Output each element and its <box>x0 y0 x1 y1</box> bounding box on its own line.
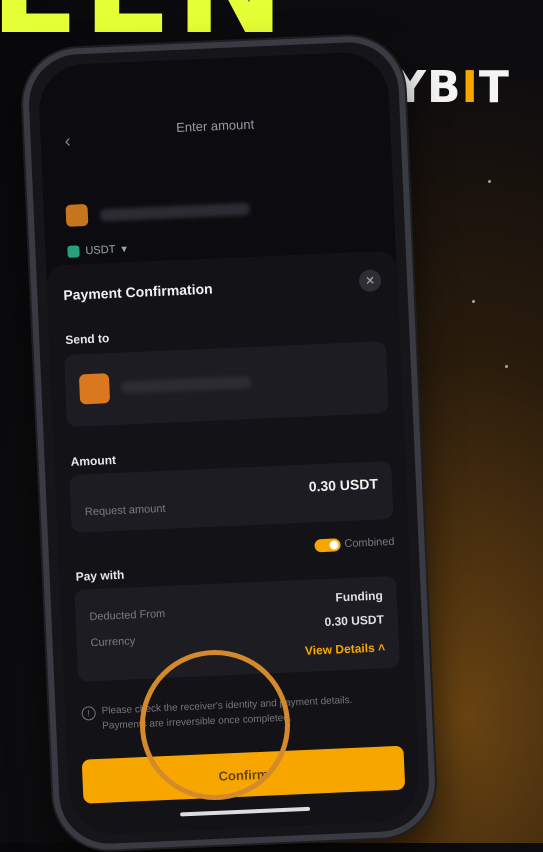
combined-toggle[interactable] <box>314 538 341 553</box>
star-decoration <box>488 180 491 183</box>
home-indicator <box>180 806 311 817</box>
currency-selector[interactable]: USDT ▾ <box>67 242 127 258</box>
recipient-avatar <box>65 203 89 227</box>
amount-value: 0.30 USDT <box>308 475 379 495</box>
usdt-coin-icon <box>67 244 80 258</box>
chevron-up-icon: ˄ <box>377 640 386 655</box>
request-amount-label: Request amount <box>84 502 166 519</box>
highlight-circle <box>140 650 290 800</box>
amount-label: Amount <box>70 452 117 469</box>
pay-with-label: Pay with <box>75 567 125 584</box>
star-decoration <box>472 300 475 303</box>
currency-label: Currency <box>90 635 136 650</box>
deducted-amount: 0.30 USDT <box>324 612 385 629</box>
chevron-down-icon: ▾ <box>121 243 128 256</box>
deducted-from-label: Deducted From <box>89 607 166 624</box>
recipient-avatar <box>78 373 111 405</box>
amount-card: 0.30 USDT Request amount <box>69 460 394 533</box>
sheet-title: Payment Confirmation <box>63 280 213 304</box>
recipient-name-blurred <box>99 202 251 222</box>
star-decoration <box>505 365 508 368</box>
send-to-label: Send to <box>65 331 110 348</box>
close-icon[interactable]: ✕ <box>358 269 382 293</box>
recipient-name-blurred <box>121 375 252 394</box>
combined-label: Combined <box>344 535 395 551</box>
view-details-link[interactable]: View Details ˄ <box>305 640 386 657</box>
funding-value: Funding <box>335 588 384 605</box>
screen-title: Enter amount <box>175 116 255 135</box>
info-icon: ! <box>81 706 96 721</box>
send-to-card <box>64 341 389 428</box>
